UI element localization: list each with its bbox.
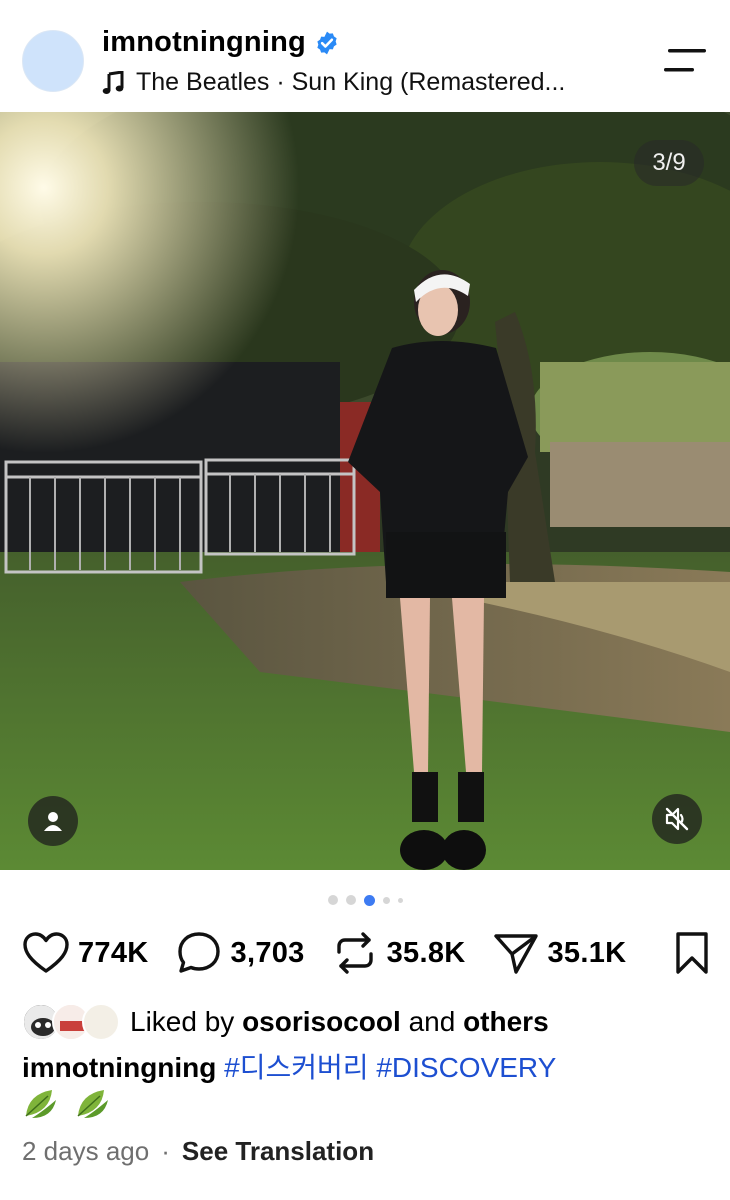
post-meta: 2 days ago · See Translation bbox=[22, 1136, 374, 1167]
liked-by-prefix: Liked by bbox=[130, 1006, 235, 1037]
person-icon bbox=[44, 812, 62, 831]
hamburger-menu-icon[interactable] bbox=[664, 46, 708, 76]
caption-hashtags[interactable]: #디스커버리 #DISCOVERY bbox=[224, 1052, 556, 1083]
caption-username[interactable]: imnotningning bbox=[22, 1052, 216, 1083]
image-counter: 3/9 bbox=[634, 140, 704, 186]
bookmark-icon[interactable] bbox=[672, 930, 712, 976]
post-time: 2 days ago bbox=[22, 1136, 150, 1166]
tagged-users-button[interactable] bbox=[28, 796, 78, 846]
carousel-dot bbox=[382, 896, 390, 904]
username[interactable]: imnotningning bbox=[102, 26, 306, 59]
post-header: imnotningning The Beatles · Sun King (Re… bbox=[0, 0, 730, 112]
leaf-icon bbox=[25, 1090, 56, 1118]
like-action[interactable]: 774K bbox=[22, 930, 149, 976]
caption-emoji: 🍃 🍃 bbox=[22, 1086, 112, 1122]
see-translation-link[interactable]: See Translation bbox=[182, 1136, 374, 1167]
caption: imnotningning #디스커버리 #DISCOVERY bbox=[22, 1046, 556, 1086]
like-count: 774K bbox=[78, 936, 149, 969]
send-icon[interactable] bbox=[492, 930, 540, 976]
profile-avatar[interactable] bbox=[22, 30, 84, 92]
carousel-dot bbox=[345, 895, 356, 905]
share-action[interactable]: 35.1K bbox=[492, 930, 627, 976]
music-row[interactable]: The Beatles · Sun King (Remastered... bbox=[102, 68, 565, 97]
repost-action[interactable]: 35.8K bbox=[331, 930, 466, 976]
liked-by-others[interactable]: others bbox=[463, 1006, 549, 1037]
repost-count: 35.8K bbox=[386, 936, 466, 969]
carousel-dot bbox=[397, 897, 403, 903]
heart-icon[interactable] bbox=[22, 930, 70, 976]
music-note-icon bbox=[102, 70, 124, 94]
meta-separator: · bbox=[161, 1136, 170, 1166]
action-bar: 774K 3,703 35.8K 35.1K bbox=[22, 928, 712, 978]
liker-avatar bbox=[82, 1003, 120, 1041]
leaf-icon bbox=[77, 1090, 108, 1118]
speaker-muted-icon bbox=[665, 807, 689, 831]
comment-action[interactable]: 3,703 bbox=[175, 930, 305, 976]
carousel-dot-active bbox=[363, 894, 375, 906]
music-label: The Beatles · Sun King (Remastered... bbox=[136, 68, 566, 96]
comment-count: 3,703 bbox=[230, 936, 305, 969]
liker-avatars bbox=[22, 1003, 120, 1041]
liked-by-row[interactable]: Liked by osorisocool and others bbox=[22, 1002, 549, 1042]
photo-scene bbox=[0, 112, 730, 870]
liked-by-and: and bbox=[408, 1006, 456, 1037]
share-count: 35.1K bbox=[547, 936, 627, 969]
mute-button[interactable] bbox=[652, 794, 702, 844]
verified-badge-icon bbox=[317, 31, 337, 54]
repost-icon[interactable] bbox=[331, 930, 379, 976]
liked-by-user[interactable]: osorisocool bbox=[242, 1006, 401, 1037]
username-row: imnotningning bbox=[102, 26, 340, 59]
comment-icon[interactable] bbox=[175, 930, 223, 976]
carousel-dot bbox=[327, 895, 338, 905]
carousel-dots bbox=[0, 892, 730, 908]
liked-by-text: Liked by osorisocool and others bbox=[130, 1006, 549, 1038]
post-photo[interactable]: 3/9 bbox=[0, 112, 730, 870]
